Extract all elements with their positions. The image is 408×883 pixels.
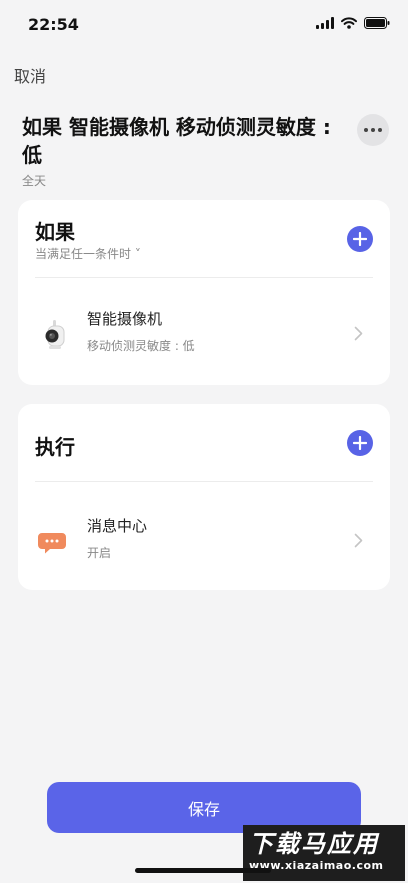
more-icon (364, 128, 368, 132)
plus-icon (353, 232, 367, 246)
status-time: 22:54 (28, 15, 79, 34)
battery-icon (364, 17, 390, 29)
divider (35, 481, 373, 482)
plus-icon (353, 436, 367, 450)
cancel-button[interactable]: 取消 (14, 63, 46, 87)
status-icons (316, 17, 390, 29)
action-card-title: 执行 (35, 435, 75, 459)
action-item-description: 开启 (87, 546, 112, 560)
watermark-url: www.xiazaimao.com (249, 859, 384, 872)
add-action-button[interactable] (347, 430, 373, 456)
condition-card: 如果 当满足任一条件时 ˅ 智能摄像机 移动侦测灵敏度 : 低 (18, 200, 390, 385)
more-options-button[interactable] (357, 114, 389, 146)
smart-camera-icon (45, 320, 65, 349)
condition-mode-selector[interactable]: 当满足任一条件时 ˅ (35, 245, 141, 262)
divider (35, 277, 373, 278)
condition-card-title: 如果 (35, 220, 75, 244)
message-center-icon (38, 533, 66, 554)
action-card: 执行 消息中心 开启 (18, 404, 390, 590)
watermark-text: 下载马应用 (249, 830, 379, 858)
wifi-icon (341, 17, 357, 29)
condition-item-camera[interactable]: 智能摄像机 移动侦测灵敏度 : 低 (18, 300, 390, 370)
action-item-title: 消息中心 (87, 517, 148, 535)
page-title: 如果 智能摄像机 移动侦测灵敏度 : 低 (22, 115, 331, 167)
chevron-right-icon (354, 326, 363, 341)
status-bar: 22:54 (0, 0, 408, 48)
condition-item-description: 移动侦测灵敏度 : 低 (87, 339, 195, 353)
chevron-right-icon (354, 533, 363, 548)
schedule-subtitle[interactable]: 全天 (22, 172, 46, 189)
home-indicator[interactable] (135, 868, 271, 873)
add-condition-button[interactable] (347, 226, 373, 252)
cellular-signal-icon (316, 17, 334, 29)
action-item-message-center[interactable]: 消息中心 开启 (18, 507, 390, 577)
condition-item-title: 智能摄像机 (87, 310, 163, 328)
